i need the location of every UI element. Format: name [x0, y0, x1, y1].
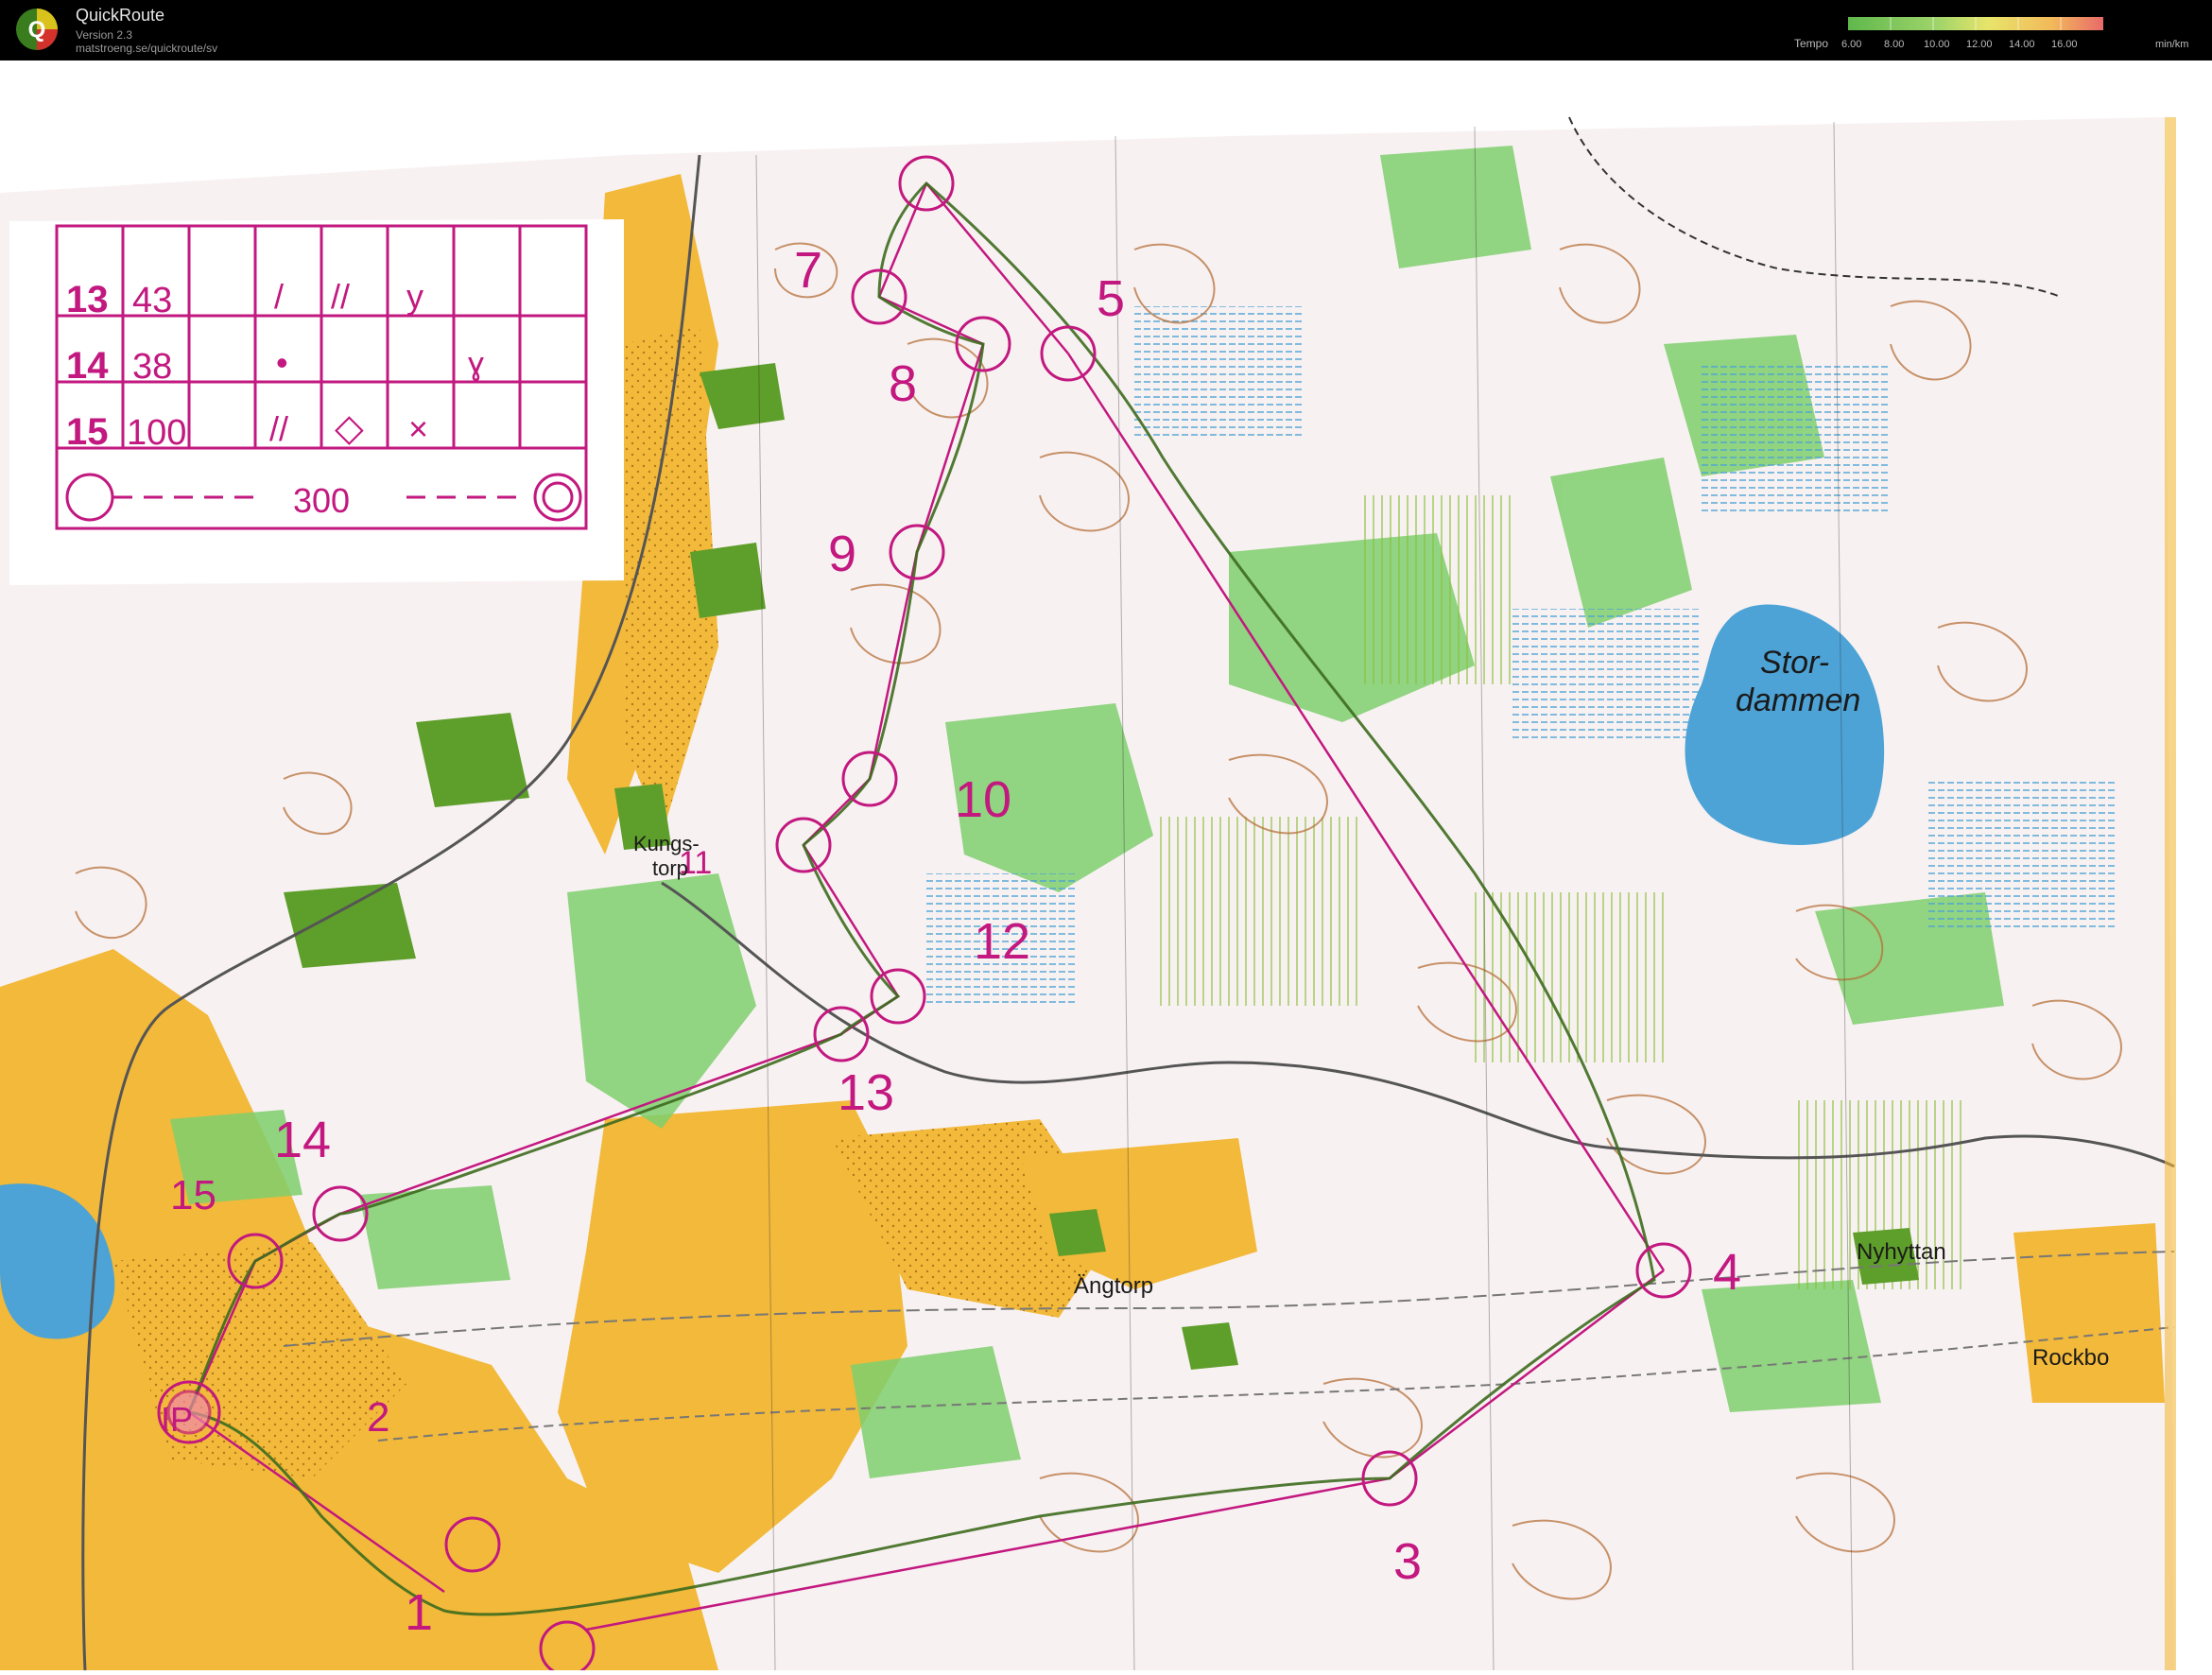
desc-symbol: /: [274, 277, 284, 316]
desc-symbol: ◇: [335, 407, 364, 449]
map-view[interactable]: 13 43 14 38 15 100 / // y • ɣ // ◇ × 300: [0, 60, 2212, 1675]
lake-name: dammen: [1736, 682, 1860, 718]
place-name: Ängtorp: [1074, 1273, 1153, 1299]
tempo-tick: 8.00: [1884, 39, 1904, 50]
place-name: Rockbo: [2032, 1345, 2109, 1371]
control-label: 7: [794, 242, 822, 299]
desc-symbol: •: [276, 343, 288, 382]
control-label: 9: [828, 526, 856, 582]
place-name: Nyhyttan: [1857, 1239, 1946, 1265]
desc-row-code: 100: [127, 413, 186, 453]
control-label: 1: [405, 1584, 433, 1641]
desc-symbol: y: [406, 277, 423, 316]
place-name: Kungs-: [633, 832, 700, 855]
quickroute-logo-icon: Q: [16, 9, 58, 50]
desc-row-number: 13: [66, 279, 109, 320]
tempo-label: Tempo: [1794, 37, 1828, 50]
desc-symbol: ɣ: [468, 346, 484, 382]
control-label: 12: [974, 913, 1030, 970]
finish-distance: 300: [293, 481, 350, 520]
app-header: Q QuickRoute Version 2.3 matstroeng.se/q…: [0, 0, 2212, 60]
tempo-tick: 6.00: [1841, 39, 1861, 50]
orienteering-map[interactable]: 13 43 14 38 15 100 / // y • ɣ // ◇ × 300: [0, 60, 2212, 1675]
control-label: IP: [161, 1400, 193, 1439]
control-label: 14: [274, 1112, 331, 1168]
control-label: 3: [1393, 1533, 1422, 1590]
control-label: 5: [1097, 270, 1125, 327]
desc-symbol: ×: [408, 409, 428, 448]
desc-symbol: //: [331, 277, 350, 316]
tempo-tick: 16.00: [2051, 39, 2078, 50]
control-label: 2: [367, 1394, 389, 1441]
app-url: matstroeng.se/quickroute/sv: [76, 42, 218, 55]
app-version: Version 2.3: [76, 28, 133, 42]
desc-row-number: 15: [66, 411, 109, 453]
tempo-unit: min/km: [2155, 39, 2188, 50]
tempo-tick: 12.00: [1966, 39, 1993, 50]
paper-edge: [2165, 117, 2176, 1670]
control-label: 4: [1713, 1244, 1741, 1301]
control-label: 10: [955, 771, 1011, 828]
desc-symbol: //: [269, 409, 288, 448]
tempo-tick: 14.00: [2009, 39, 2035, 50]
control-description-table: 13 43 14 38 15 100 / // y • ɣ // ◇ × 300: [9, 219, 624, 585]
desc-row-number: 14: [66, 345, 109, 387]
app-title: QuickRoute: [76, 6, 165, 25]
desc-row-code: 43: [132, 281, 172, 320]
logo-letter: Q: [28, 17, 46, 43]
tempo-legend: Tempo 6.00 8.00 10.00 12.00 14.00 16.00 …: [1794, 17, 2188, 50]
tempo-tick: 10.00: [1924, 39, 1950, 50]
desc-row-code: 38: [132, 347, 172, 387]
control-label: 8: [889, 355, 917, 412]
control-label: 15: [170, 1172, 216, 1218]
place-name: torp: [652, 856, 688, 880]
lake-name: Stor-: [1760, 645, 1829, 681]
control-label: 13: [838, 1064, 894, 1121]
